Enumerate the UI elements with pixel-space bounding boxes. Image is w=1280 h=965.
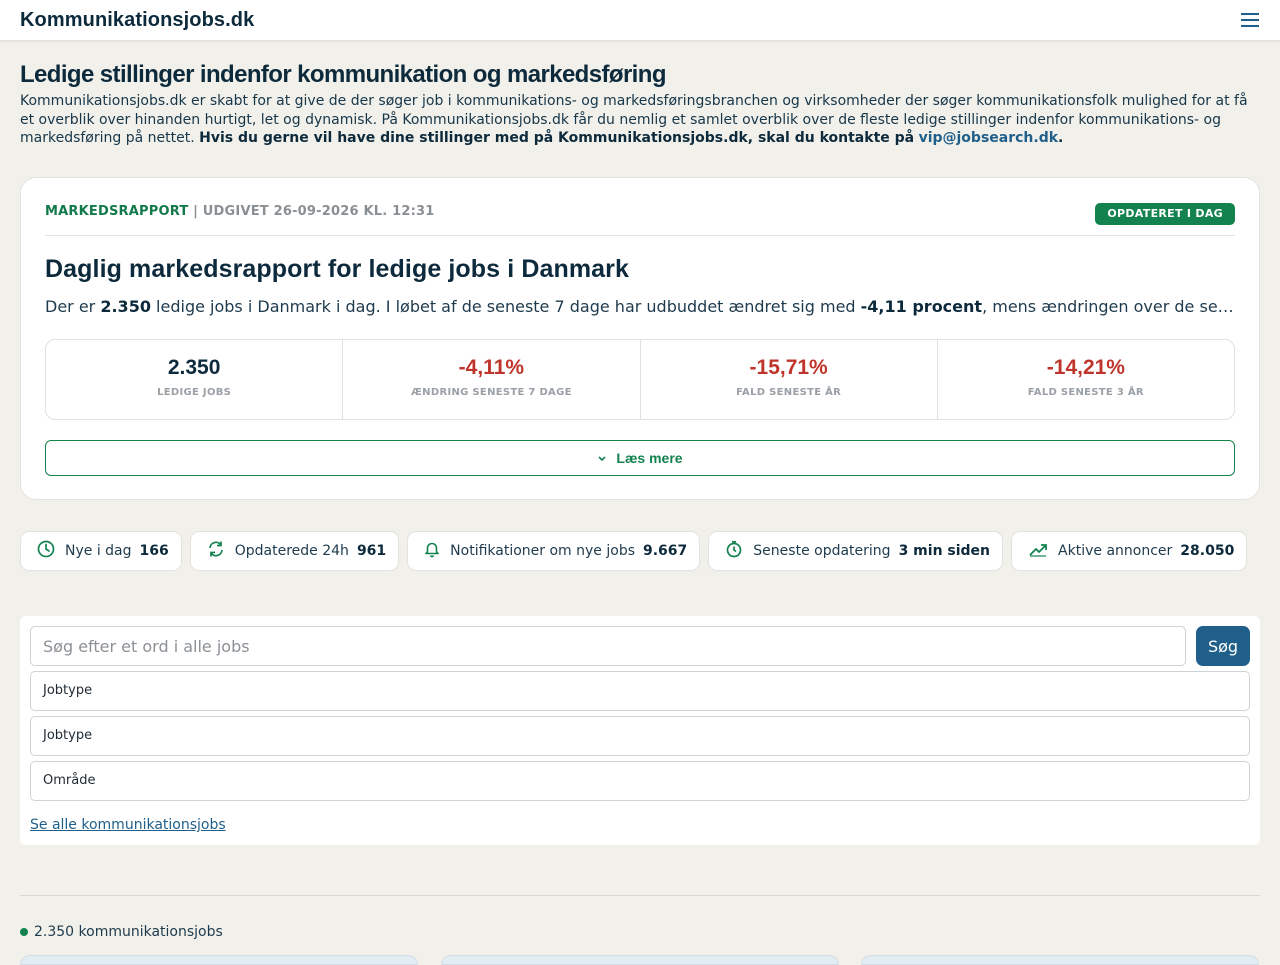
hamburger-menu-icon[interactable] [1240, 12, 1260, 28]
stat-chips: Nye i dag 166 Opdaterede 24h 961 Notifik… [20, 531, 1248, 571]
top-navigation-bar: Kommunikationsjobs.dk [0, 0, 1280, 41]
stat-value: 2.350 [167, 356, 221, 379]
status-dot-icon [20, 928, 28, 936]
jobs-count-line: 2.350 kommunikationsjobs [20, 924, 223, 940]
stat-label: FALD SENESTE 3 ÅR [1027, 387, 1144, 398]
jobtype-select-2[interactable]: Jobtype [30, 716, 1250, 756]
job-card[interactable] [441, 955, 839, 965]
clock-icon [37, 540, 65, 562]
chip-label: Seneste opdatering [753, 543, 891, 559]
report-summary: Der er 2.350 ledige jobs i Danmark i dag… [45, 297, 1235, 316]
chip-new-today: Nye i dag 166 [20, 531, 182, 571]
report-date: | UDGIVET 26-09-2026 KL. 12:31 [193, 204, 435, 219]
jobtype-select[interactable]: Jobtype [30, 671, 1250, 711]
chip-value: 9.667 [643, 543, 688, 559]
stat-label: FALD SENESTE ÅR [736, 387, 842, 398]
section-divider [20, 895, 1260, 896]
stat-jobs: 2.350 LEDIGE JOBS [46, 340, 344, 419]
summary-mid: ledige jobs i Danmark i dag. I løbet af … [156, 297, 856, 316]
intro-period: . [1058, 130, 1064, 146]
chip-label: Nye i dag [65, 543, 132, 559]
jobs-count-text: 2.350 kommunikationsjobs [34, 924, 223, 940]
chip-value: 961 [356, 543, 387, 559]
updated-badge: OPDATERET I DAG [1095, 203, 1235, 225]
chip-notifications: Notifikationer om nye jobs 9.667 [407, 531, 701, 571]
chip-value: 28.050 [1180, 543, 1235, 559]
chip-value: 166 [139, 543, 169, 559]
stat-value: -4,11% [458, 356, 525, 379]
search-button[interactable]: Søg [1196, 626, 1250, 666]
contact-email-link[interactable]: vip@jobsearch.dk [919, 130, 1058, 146]
stat-label: LEDIGE JOBS [157, 387, 232, 398]
search-panel: Søg Jobtype Jobtype Område Se alle kommu… [20, 616, 1260, 845]
intro-section: Ledige stillinger indenfor kommunikation… [20, 60, 1260, 148]
stat-change-3y: -14,21% FALD SENESTE 3 ÅR [938, 340, 1234, 419]
report-stats: 2.350 LEDIGE JOBS -4,11% ÆNDRING SENESTE… [45, 339, 1235, 420]
chip-updated-24h: Opdaterede 24h 961 [189, 531, 400, 571]
report-title: Daglig markedsrapport for ledige jobs i … [45, 255, 630, 283]
intro-cta: Hvis du gerne vil have dine stillinger m… [199, 130, 915, 146]
page-title: Ledige stillinger indenfor kommunikation… [20, 61, 666, 88]
search-input[interactable] [30, 626, 1186, 666]
stat-value: -15,71% [749, 356, 828, 379]
job-card[interactable] [20, 955, 418, 965]
bell-icon [424, 540, 450, 562]
chip-label: Opdaterede 24h [234, 543, 349, 559]
stat-change-7d: -4,11% ÆNDRING SENESTE 7 DAGE [343, 340, 641, 419]
chip-value: 3 min siden [898, 543, 991, 559]
refresh-icon [207, 540, 235, 562]
report-tag: MARKEDSRAPPORT [45, 204, 189, 219]
stat-label: ÆNDRING SENESTE 7 DAGE [411, 387, 572, 398]
summary-change: -4,11 procent [860, 297, 983, 316]
chip-label: Aktive annoncer [1058, 543, 1173, 559]
chip-label: Notifikationer om nye jobs [450, 543, 635, 559]
job-card[interactable] [861, 955, 1259, 965]
stat-value: -14,21% [1046, 356, 1125, 379]
summary-post: , mens ændringen over de seneste 30 dage… [982, 297, 1235, 316]
read-more-label: Læs mere [616, 450, 683, 466]
summary-jobs-count: 2.350 [100, 297, 151, 316]
site-logo[interactable]: Kommunikationsjobs.dk [20, 9, 254, 32]
stat-change-1y: -15,71% FALD SENESTE ÅR [641, 340, 938, 419]
chip-latest-update: Seneste opdatering 3 min siden [708, 531, 1004, 571]
intro-text: Kommunikationsjobs.dk er skabt for at gi… [20, 92, 1260, 148]
trending-up-icon [1028, 541, 1058, 561]
area-select[interactable]: Område [30, 761, 1250, 801]
see-all-jobs-link[interactable]: Se alle kommunikationsjobs [30, 817, 226, 833]
read-more-button[interactable]: Læs mere [45, 440, 1235, 476]
market-report-card: MARKEDSRAPPORT | UDGIVET 26-09-2026 KL. … [20, 177, 1260, 500]
report-meta: MARKEDSRAPPORT | UDGIVET 26-09-2026 KL. … [45, 204, 434, 219]
chevron-down-icon [597, 450, 607, 466]
chip-active-ads: Aktive annoncer 28.050 [1011, 531, 1248, 571]
stopwatch-icon [725, 540, 753, 562]
report-divider [45, 235, 1235, 236]
summary-pre: Der er [45, 297, 96, 316]
